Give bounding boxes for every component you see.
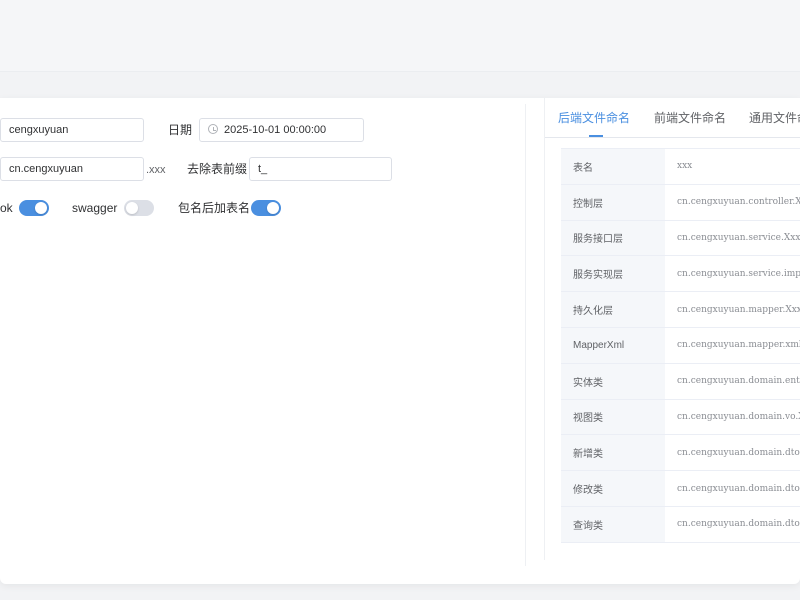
row-key: MapperXml [561, 327, 665, 363]
naming-table: 表名 xxx 控制层 cn.cengxuyuan.controller.X 服务… [561, 148, 800, 543]
date-picker[interactable]: 2025-10-01 00:00:00 [199, 118, 364, 142]
swagger-label: swagger [72, 201, 118, 215]
row-key: 表名 [561, 149, 665, 184]
row-key: 控制层 [561, 184, 665, 220]
table-row: 新增类 cn.cengxuyuan.domain.dto. [561, 435, 800, 472]
pkg-table-switch[interactable] [251, 200, 281, 216]
row-value: cn.cengxuyuan.domain.dto. [677, 519, 800, 530]
row-key: 新增类 [561, 435, 665, 471]
table-row: 服务实现层 cn.cengxuyuan.service.imp [561, 256, 800, 293]
table-row: 服务接口层 cn.cengxuyuan.service.Xxx [561, 220, 800, 257]
naming-tabs: 后端文件命名 前端文件命名 通用文件命 [545, 98, 800, 138]
row-value: cn.cengxuyuan.domain.vo.X [677, 411, 800, 422]
config-form: cengxuyuan 日期 2025-10-01 00:00:00 cn.cen… [0, 104, 526, 566]
row-value: cn.cengxuyuan.service.imp [677, 268, 800, 279]
row-key: 持久化层 [561, 292, 665, 327]
prefix-input[interactable]: t_ [249, 157, 392, 181]
author-input[interactable]: cengxuyuan [0, 118, 144, 142]
table-row: MapperXml cn.cengxuyuan.mapper.xml. [561, 327, 800, 364]
swagger-switch[interactable] [124, 200, 154, 216]
lombok-switch[interactable] [19, 200, 49, 216]
naming-panel: 后端文件命名 前端文件命名 通用文件命 表名 xxx 控制层 cn.cengxu… [544, 98, 800, 560]
prefix-label: 去除表前缀 [187, 162, 248, 176]
row-value: cn.cengxuyuan.mapper.XxxM [677, 304, 800, 315]
clock-icon [208, 124, 218, 134]
row-value: cn.cengxuyuan.domain.dto. [677, 447, 800, 458]
page-body: cengxuyuan 日期 2025-10-01 00:00:00 cn.cen… [0, 72, 800, 600]
package-input[interactable]: cn.cengxuyuan [0, 157, 144, 181]
tab-backend-naming[interactable]: 后端文件命名 [549, 98, 639, 138]
table-row: 修改类 cn.cengxuyuan.domain.dto. [561, 471, 800, 507]
table-row: 控制层 cn.cengxuyuan.controller.X [561, 184, 800, 221]
row-key: 视图类 [561, 399, 665, 435]
row-value: cn.cengxuyuan.service.Xxx [677, 232, 800, 243]
tab-common-naming[interactable]: 通用文件命 [749, 98, 800, 138]
table-row: 实体类 cn.cengxuyuan.domain.enti [561, 363, 800, 400]
row-value: cn.cengxuyuan.domain.dto. [677, 483, 800, 494]
active-tab-indicator [589, 135, 603, 137]
row-value: cn.cengxuyuan.mapper.xml. [677, 340, 800, 351]
lombok-label: ok [0, 201, 13, 215]
row-value: cn.cengxuyuan.domain.enti [677, 376, 800, 387]
row-key: 查询类 [561, 506, 665, 542]
table-row: 表名 xxx [561, 149, 800, 185]
row-key: 服务接口层 [561, 220, 665, 256]
pkg-table-label: 包名后加表名 [178, 201, 251, 215]
package-suffix: .xxx [146, 164, 166, 176]
row-key: 实体类 [561, 363, 665, 399]
row-key: 服务实现层 [561, 256, 665, 292]
generator-card: cengxuyuan 日期 2025-10-01 00:00:00 cn.cen… [0, 98, 800, 584]
table-row: 查询类 cn.cengxuyuan.domain.dto. [561, 506, 800, 543]
row-value: xxx [677, 161, 693, 172]
table-row: 视图类 cn.cengxuyuan.domain.vo.X [561, 399, 800, 436]
date-value: 2025-10-01 00:00:00 [224, 124, 327, 136]
date-label: 日期 [168, 123, 193, 137]
row-key: 修改类 [561, 471, 665, 506]
top-bar [0, 0, 800, 72]
row-value: cn.cengxuyuan.controller.X [677, 197, 800, 208]
tab-frontend-naming[interactable]: 前端文件命名 [645, 98, 735, 138]
table-row: 持久化层 cn.cengxuyuan.mapper.XxxM [561, 292, 800, 328]
